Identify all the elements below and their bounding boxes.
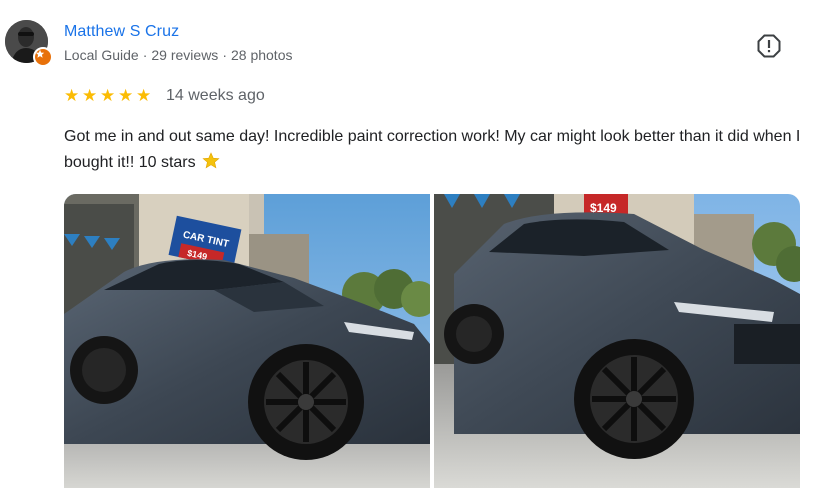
- review-photo-1[interactable]: CAR TINT $149: [64, 194, 430, 488]
- meta-separator: ·: [222, 47, 227, 63]
- review-photo-2[interactable]: $149: [434, 194, 800, 488]
- star-icon: ★: [100, 86, 116, 105]
- reviewer-name[interactable]: Matthew S Cruz: [64, 23, 179, 41]
- star-icon: ★: [136, 86, 152, 105]
- review-text: Got me in and out same day! Incredible p…: [64, 128, 801, 171]
- star-icon: ★: [82, 86, 98, 105]
- star-emoji-icon: [202, 152, 220, 170]
- local-guide-badge-icon: [33, 47, 53, 67]
- review-time: 14 weeks ago: [166, 87, 265, 104]
- reviewer-meta: Local Guide · 29 reviews · 28 photos: [64, 47, 292, 63]
- star-icon: ★: [118, 86, 134, 105]
- local-guide-label: Local Guide: [64, 47, 139, 63]
- review-text-block: Got me in and out same day! Incredible p…: [64, 124, 804, 176]
- meta-separator: ·: [142, 47, 148, 63]
- avatar[interactable]: [5, 20, 53, 67]
- photos-count: 28 photos: [230, 47, 293, 63]
- review-photos: CAR TINT $149 $149: [64, 194, 800, 488]
- star-icon: ★: [64, 86, 80, 105]
- star-rating: ★ ★ ★ ★ ★: [64, 86, 153, 106]
- reviews-count: 29 reviews: [151, 47, 219, 63]
- report-icon[interactable]: [756, 33, 782, 59]
